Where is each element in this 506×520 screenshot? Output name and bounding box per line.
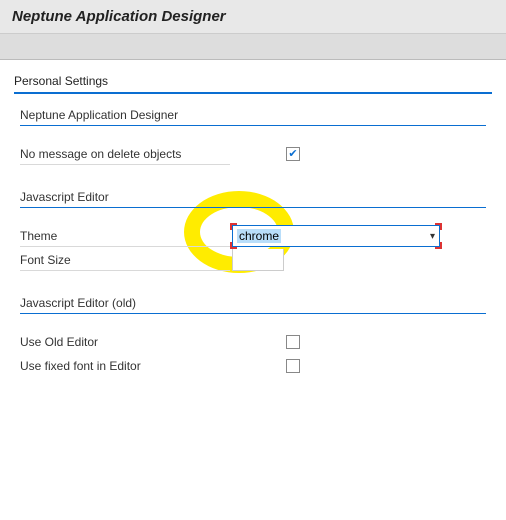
use-fixed-control	[230, 359, 486, 373]
use-old-label: Use Old Editor	[20, 332, 230, 352]
theme-label: Theme	[20, 226, 230, 247]
use-old-checkbox[interactable]	[286, 335, 300, 349]
row-theme: Theme chrome ▾	[20, 224, 486, 248]
toolbar-strip	[0, 34, 506, 60]
content-area: Personal Settings Neptune Application De…	[0, 60, 506, 378]
font-size-input[interactable]	[232, 249, 284, 271]
no-message-control	[230, 147, 486, 161]
group-js-editor-old: Javascript Editor (old) Use Old Editor U…	[20, 296, 486, 378]
no-message-label: No message on delete objects	[20, 144, 230, 165]
theme-select[interactable]: chrome ▾	[232, 225, 440, 247]
theme-select-value: chrome	[237, 229, 281, 243]
theme-select-wrap: chrome ▾	[232, 225, 440, 247]
row-no-message: No message on delete objects	[20, 142, 486, 166]
use-fixed-label: Use fixed font in Editor	[20, 356, 230, 376]
group-designer: Neptune Application Designer No message …	[20, 108, 486, 166]
use-old-control	[230, 335, 486, 349]
group-js-editor: Javascript Editor Theme chrome ▾ Font	[20, 190, 486, 272]
group-js-editor-old-label: Javascript Editor (old)	[20, 296, 486, 314]
row-font-size: Font Size	[20, 248, 486, 272]
row-use-old: Use Old Editor	[20, 330, 486, 354]
group-designer-label: Neptune Application Designer	[20, 108, 486, 126]
chevron-down-icon: ▾	[430, 231, 435, 242]
row-use-fixed: Use fixed font in Editor	[20, 354, 486, 378]
font-size-control	[230, 249, 486, 271]
app-title: Neptune Application Designer	[12, 8, 494, 25]
use-fixed-checkbox[interactable]	[286, 359, 300, 373]
section-title: Personal Settings	[14, 70, 492, 94]
font-size-label: Font Size	[20, 250, 230, 271]
header-bar: Neptune Application Designer	[0, 0, 506, 34]
group-js-editor-label: Javascript Editor	[20, 190, 486, 208]
no-message-checkbox[interactable]	[286, 147, 300, 161]
theme-control: chrome ▾	[230, 225, 486, 247]
